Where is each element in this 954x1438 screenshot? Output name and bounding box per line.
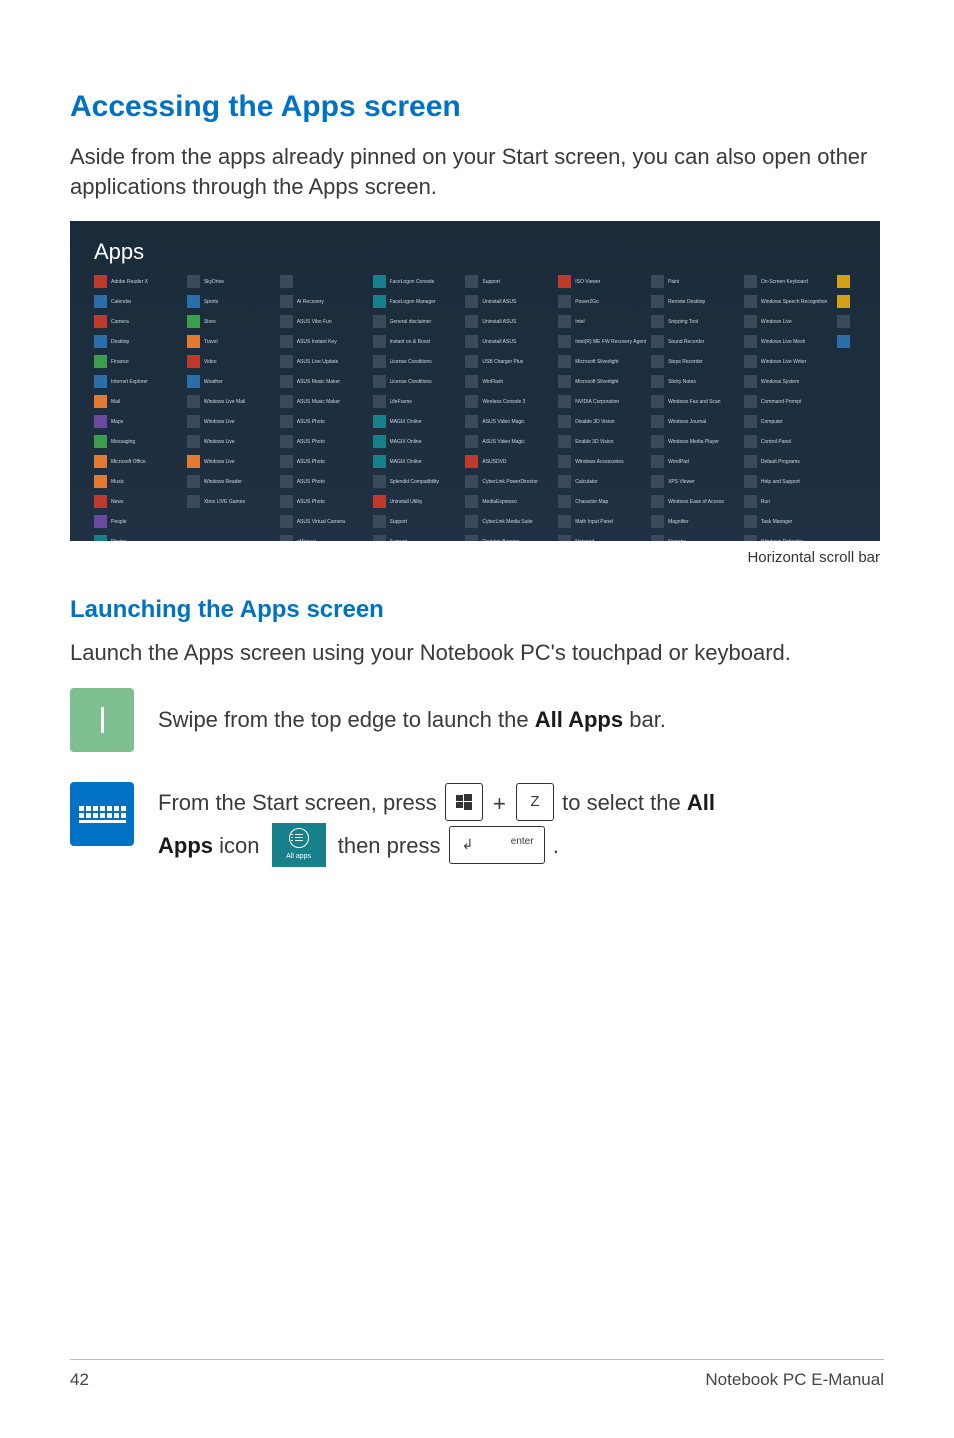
enter-key: enter↲: [449, 826, 545, 864]
apps-screen-title: Apps: [94, 239, 856, 265]
keyboard-instruction-text: From the Start screen, press + Z to sele…: [158, 782, 715, 869]
touch-instruction-text: Swipe from the top edge to launch the Al…: [158, 699, 666, 741]
keyboard-icon: [70, 782, 134, 846]
launch-paragraph: Launch the Apps screen using your Notebo…: [70, 638, 884, 668]
apps-screen-screenshot: Apps Adobe Reader X Calendar Camera Desk…: [70, 221, 880, 541]
intro-paragraph: Aside from the apps already pinned on yo…: [70, 142, 884, 201]
page-footer: 42 Notebook PC E-Manual: [70, 1359, 884, 1390]
heading-launching-apps: Launching the Apps screen: [70, 596, 884, 624]
page-number: 42: [70, 1370, 89, 1390]
heading-accessing-apps: Accessing the Apps screen: [70, 90, 884, 124]
keyboard-instruction-row: From the Start screen, press + Z to sele…: [70, 782, 884, 869]
touch-icon: [70, 688, 134, 752]
all-apps-icon: All apps: [272, 823, 326, 867]
apps-grid: Adobe Reader X Calendar Camera Desktop F…: [94, 275, 856, 541]
windows-key: [445, 783, 483, 821]
manual-title: Notebook PC E-Manual: [705, 1370, 884, 1390]
z-key: Z: [516, 783, 554, 821]
scroll-bar-caption: Horizontal scroll bar: [70, 549, 884, 566]
touch-instruction-row: Swipe from the top edge to launch the Al…: [70, 688, 884, 752]
